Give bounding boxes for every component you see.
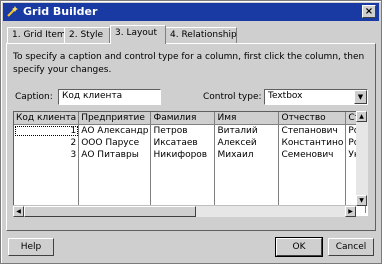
wand-icon — [7, 6, 18, 17]
table-row[interactable]: 1 АО Александр Петров Виталий Степанович… — [14, 124, 367, 137]
grid-cell[interactable]: 2 — [14, 137, 80, 149]
grid-cell[interactable]: 3 — [14, 149, 80, 161]
column-header[interactable]: Отчество — [278, 112, 347, 125]
column-header[interactable]: Фамилия — [150, 112, 216, 125]
tab-grid-items[interactable]: 1. Grid Items — [7, 27, 70, 43]
control-type-value: Textbox — [268, 91, 303, 101]
grid-cell[interactable]: Константино — [278, 137, 347, 149]
grid-cell[interactable]: Степанович — [278, 124, 347, 137]
scroll-up-icon[interactable]: ▲ — [356, 111, 367, 122]
grid-cell[interactable]: Алексей — [214, 137, 280, 149]
grid-cell[interactable]: АО Питавры — [78, 149, 152, 161]
close-button[interactable]: × — [362, 5, 376, 18]
column-header[interactable]: Предприятие — [78, 112, 152, 125]
grid-cell[interactable]: АО Александр — [78, 124, 152, 137]
scroll-right-icon[interactable]: ▶ — [345, 206, 356, 217]
grid-cell[interactable]: ООО Парусе — [78, 137, 152, 149]
grid-builder-window: Grid Builder × 1. Grid Items 2. Style 3.… — [0, 0, 382, 264]
title-bar[interactable]: Grid Builder × — [3, 3, 379, 21]
grid-cell[interactable]: Семенович — [278, 149, 347, 161]
grid-cell[interactable]: Михаил — [214, 149, 280, 161]
cancel-button[interactable]: Cancel — [328, 238, 374, 256]
caption-label: Caption: — [15, 92, 53, 102]
table-row[interactable]: 2 ООО Парусе Иксатаев Алексей Константин… — [14, 137, 367, 149]
tab-layout[interactable]: 3. Layout — [110, 25, 166, 44]
grid-cell[interactable]: 1 — [14, 124, 80, 137]
grid-cell[interactable]: Виталий — [214, 124, 280, 137]
data-grid[interactable]: Код клиента Предприятие Фамилия Имя Отче… — [13, 111, 368, 216]
instructions-text: To specify a caption and control type fo… — [13, 52, 365, 75]
column-header[interactable]: Код клиента — [14, 112, 80, 125]
caption-input[interactable]: Код клиента — [58, 89, 161, 105]
column-header[interactable]: Имя — [214, 112, 280, 125]
chevron-down-icon[interactable]: ▼ — [354, 90, 367, 104]
grid-cell[interactable]: Петров — [150, 124, 216, 137]
grid-header-row: Код клиента Предприятие Фамилия Имя Отче… — [14, 112, 367, 125]
grid-cell[interactable]: Никифоров — [150, 149, 216, 161]
control-type-select[interactable]: Textbox ▼ — [264, 89, 368, 105]
help-button[interactable]: Help — [8, 238, 54, 256]
control-type-label: Control type: — [203, 92, 262, 102]
tab-style[interactable]: 2. Style — [64, 27, 110, 43]
scroll-left-icon[interactable]: ◀ — [13, 206, 24, 217]
vertical-scrollbar[interactable]: ▲ ▼ — [356, 111, 368, 206]
tab-relationship[interactable]: 4. Relationship — [165, 27, 237, 43]
horizontal-scrollbar[interactable]: ◀ ▶ — [13, 205, 356, 217]
grid-cell[interactable]: Иксатаев — [150, 137, 216, 149]
scroll-down-icon[interactable]: ▼ — [356, 195, 367, 206]
ok-button[interactable]: OK — [275, 237, 323, 257]
table-row[interactable]: 3 АО Питавры Никифоров Михаил Семенович … — [14, 149, 367, 161]
scrollbar-thumb[interactable] — [24, 206, 196, 217]
window-title: Grid Builder — [23, 5, 98, 18]
